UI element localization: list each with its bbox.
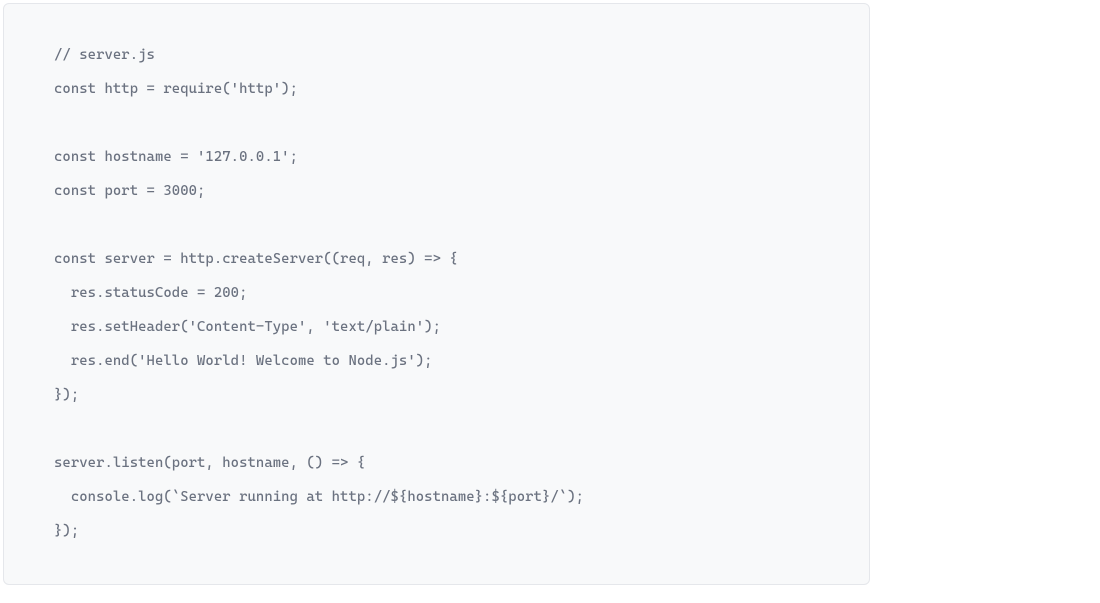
code-line: const hostname = '127.0.0.1'; [54,140,819,174]
blank-line [54,106,819,140]
code-line: // server.js [54,38,819,72]
code-line: }); [54,514,819,548]
code-line: server.listen(port, hostname, () => { [54,446,819,480]
code-block: // server.js const http = require('http'… [3,3,870,585]
blank-line [54,208,819,242]
code-line: const port = 3000; [54,174,819,208]
code-line: res.end('Hello World! Welcome to Node.js… [54,344,819,378]
code-line: console.log(`Server running at http://${… [54,480,819,514]
code-line: }); [54,378,819,412]
blank-line [54,412,819,446]
code-line: res.statusCode = 200; [54,276,819,310]
code-line: const http = require('http'); [54,72,819,106]
code-line: const server = http.createServer((req, r… [54,242,819,276]
code-line: res.setHeader('Content-Type', 'text/plai… [54,310,819,344]
